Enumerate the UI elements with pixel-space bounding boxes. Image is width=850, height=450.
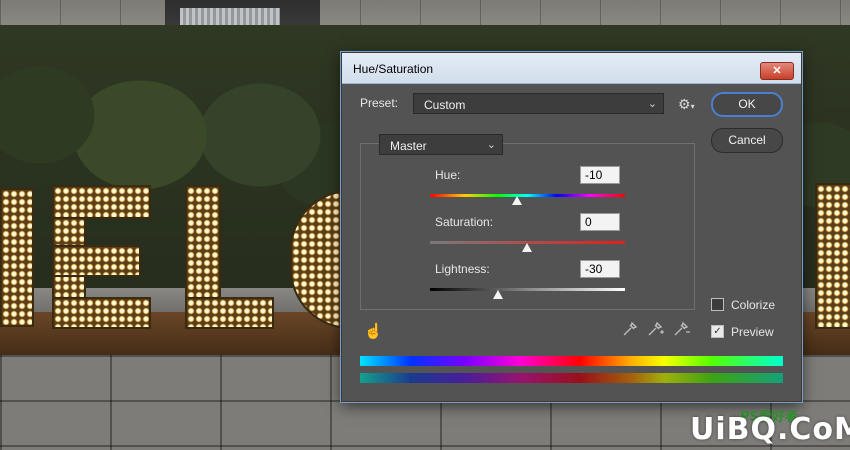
lightness-label: Lightness: <box>435 262 490 276</box>
eyedropper-add-icon[interactable] <box>647 321 665 337</box>
hue-slider-thumb[interactable] <box>512 196 522 205</box>
watermark-text: UiBQ.CoM <box>690 412 850 447</box>
lightness-slider-thumb[interactable] <box>493 290 503 299</box>
saturation-slider-thumb[interactable] <box>522 243 532 252</box>
lightness-slider-track[interactable] <box>430 288 625 291</box>
bulb-letter-v <box>0 188 34 327</box>
bulb-letter-right <box>815 183 850 329</box>
eyedropper-icon[interactable] <box>622 321 638 337</box>
bulb-letter-e-bottom <box>52 297 151 329</box>
preset-value: Custom <box>424 98 466 112</box>
adjustment-group: Hue: -10 Saturation: 0 Lightness: -30 <box>360 143 695 310</box>
cancel-button[interactable]: Cancel <box>711 128 783 153</box>
preset-label: Preset: <box>360 96 399 110</box>
saturation-input[interactable]: 0 <box>580 213 620 231</box>
ok-button[interactable]: OK <box>711 92 783 117</box>
input-color-bar <box>360 356 783 366</box>
targeted-adjustment-hand-icon[interactable]: ☝ <box>364 322 383 340</box>
bulb-letter-e-mid <box>52 245 141 277</box>
preview-checkbox[interactable]: ✓ <box>711 325 724 338</box>
hue-input[interactable]: -10 <box>580 166 620 184</box>
eyedropper-subtract-icon[interactable] <box>673 321 691 337</box>
title-bar[interactable]: Hue/Saturation ✕ <box>342 53 801 84</box>
preset-select[interactable]: Custom ⌄ <box>413 93 664 114</box>
hue-label: Hue: <box>435 168 461 182</box>
hue-slider-track[interactable] <box>430 194 625 197</box>
bulb-letter-e-top <box>52 185 151 219</box>
colorize-label[interactable]: Colorize <box>731 298 775 312</box>
output-color-bar <box>360 373 783 383</box>
lightness-input[interactable]: -30 <box>580 260 620 278</box>
bulb-letter-l-base <box>185 297 274 329</box>
hue-saturation-dialog: Hue/Saturation ✕ Preset: Custom ⌄ ⚙▾ OK … <box>341 52 802 402</box>
close-button[interactable]: ✕ <box>760 62 794 80</box>
chevron-down-icon: ⌄ <box>486 139 496 151</box>
dialog-title: Hue/Saturation <box>353 62 434 76</box>
channel-select[interactable]: Master ⌄ <box>379 134 503 155</box>
preview-label[interactable]: Preview <box>731 325 774 339</box>
gear-icon[interactable]: ⚙▾ <box>678 96 695 113</box>
channel-value: Master <box>390 139 427 153</box>
saturation-label: Saturation: <box>435 215 494 229</box>
colorize-checkbox[interactable] <box>711 298 724 311</box>
chevron-down-icon: ⌄ <box>647 98 657 110</box>
